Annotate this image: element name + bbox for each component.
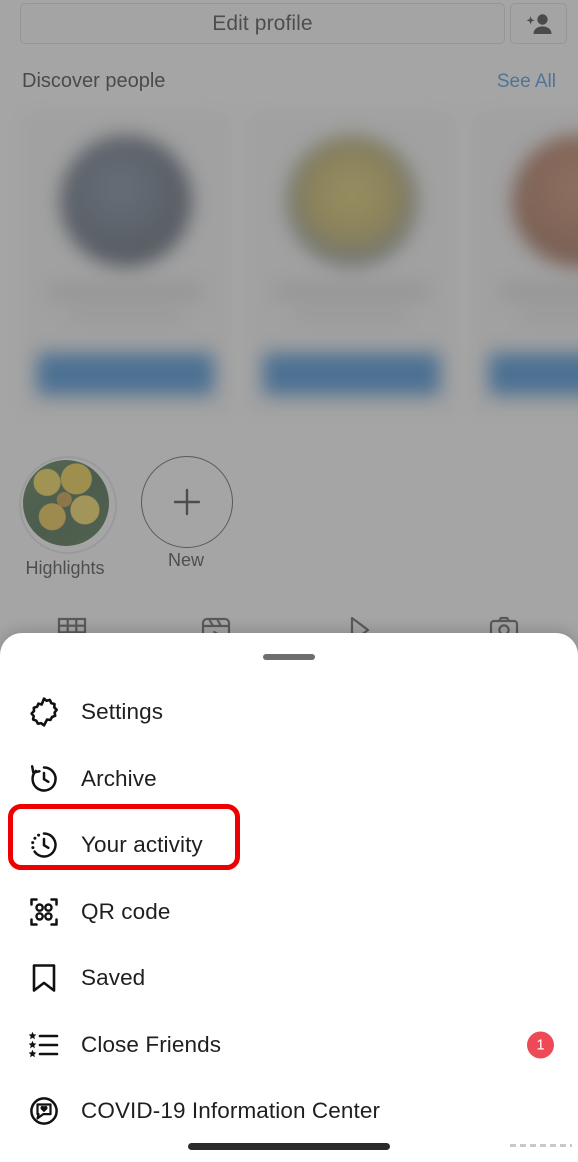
highlight-label: Highlights [25,558,105,578]
status-badge: 1 [527,1031,554,1059]
new-highlight-label: New [167,550,204,570]
user-subtitle-placeholder [295,309,408,320]
activity-clock-icon [24,825,64,865]
follow-button[interactable] [37,353,214,395]
avatar [59,135,192,267]
qr-code-icon [24,892,64,932]
menu-item-label: Your activity [81,832,203,858]
highlight-cover-image [23,460,109,546]
menu-item-label: Settings [81,699,164,725]
follow-button[interactable] [489,353,578,395]
gear-icon [24,692,64,732]
menu-item-label: Saved [81,965,146,991]
menu-item-label: Close Friends [81,1031,222,1057]
discover-people-row: Discover people See All [0,70,578,104]
menu-item-archive[interactable]: Archive [0,746,578,813]
user-subtitle-placeholder [521,309,578,320]
home-indicator [188,1143,390,1150]
profile-background: Edit profile Discover people See All Hig… [0,0,578,700]
add-person-icon [526,13,551,34]
discover-card[interactable] [22,112,229,414]
nav-hint-dashes [510,1144,572,1147]
discover-card[interactable] [474,112,578,414]
menu-item-label: Archive [81,765,157,791]
user-subtitle-placeholder [69,309,182,320]
user-name-placeholder [275,285,428,298]
menu-item-covid-info-center[interactable]: COVID-19 Information Center [0,1078,578,1145]
edit-profile-button[interactable]: Edit profile [20,3,505,44]
plus-icon [173,488,201,516]
avatar [285,135,418,267]
menu-item-saved[interactable]: Saved [0,945,578,1012]
drag-handle[interactable] [263,654,315,660]
add-person-button[interactable] [510,3,567,44]
discover-card[interactable] [248,112,455,414]
story-highlight-item[interactable] [19,456,117,554]
archive-clock-icon [24,759,64,799]
bottom-sheet-menu: Settings Archive Your activity QR code S… [0,633,578,1162]
screen: Edit profile Discover people See All Hig… [0,0,578,1162]
menu-item-label: QR code [81,898,171,924]
discover-people-title: Discover people [22,70,166,92]
see-all-link[interactable]: See All [497,71,556,93]
user-name-placeholder [501,285,578,298]
avatar [511,135,578,267]
menu-item-qr-code[interactable]: QR code [0,879,578,946]
menu-item-settings[interactable]: Settings [0,679,578,746]
new-highlight-button[interactable] [141,456,233,548]
menu-item-close-friends[interactable]: Close Friends 1 [0,1012,578,1079]
discover-people-cards [0,112,578,422]
menu-item-your-activity[interactable]: Your activity [0,812,578,879]
menu-list: Settings Archive Your activity QR code S… [0,679,578,1145]
profile-header: Edit profile [0,0,578,48]
bookmark-icon [24,958,64,998]
menu-item-label: COVID-19 Information Center [81,1098,381,1124]
user-name-placeholder [49,285,202,298]
star-list-icon [24,1025,64,1065]
edit-profile-label: Edit profile [212,11,313,35]
covid-heart-icon [24,1091,64,1131]
follow-button[interactable] [263,353,440,395]
